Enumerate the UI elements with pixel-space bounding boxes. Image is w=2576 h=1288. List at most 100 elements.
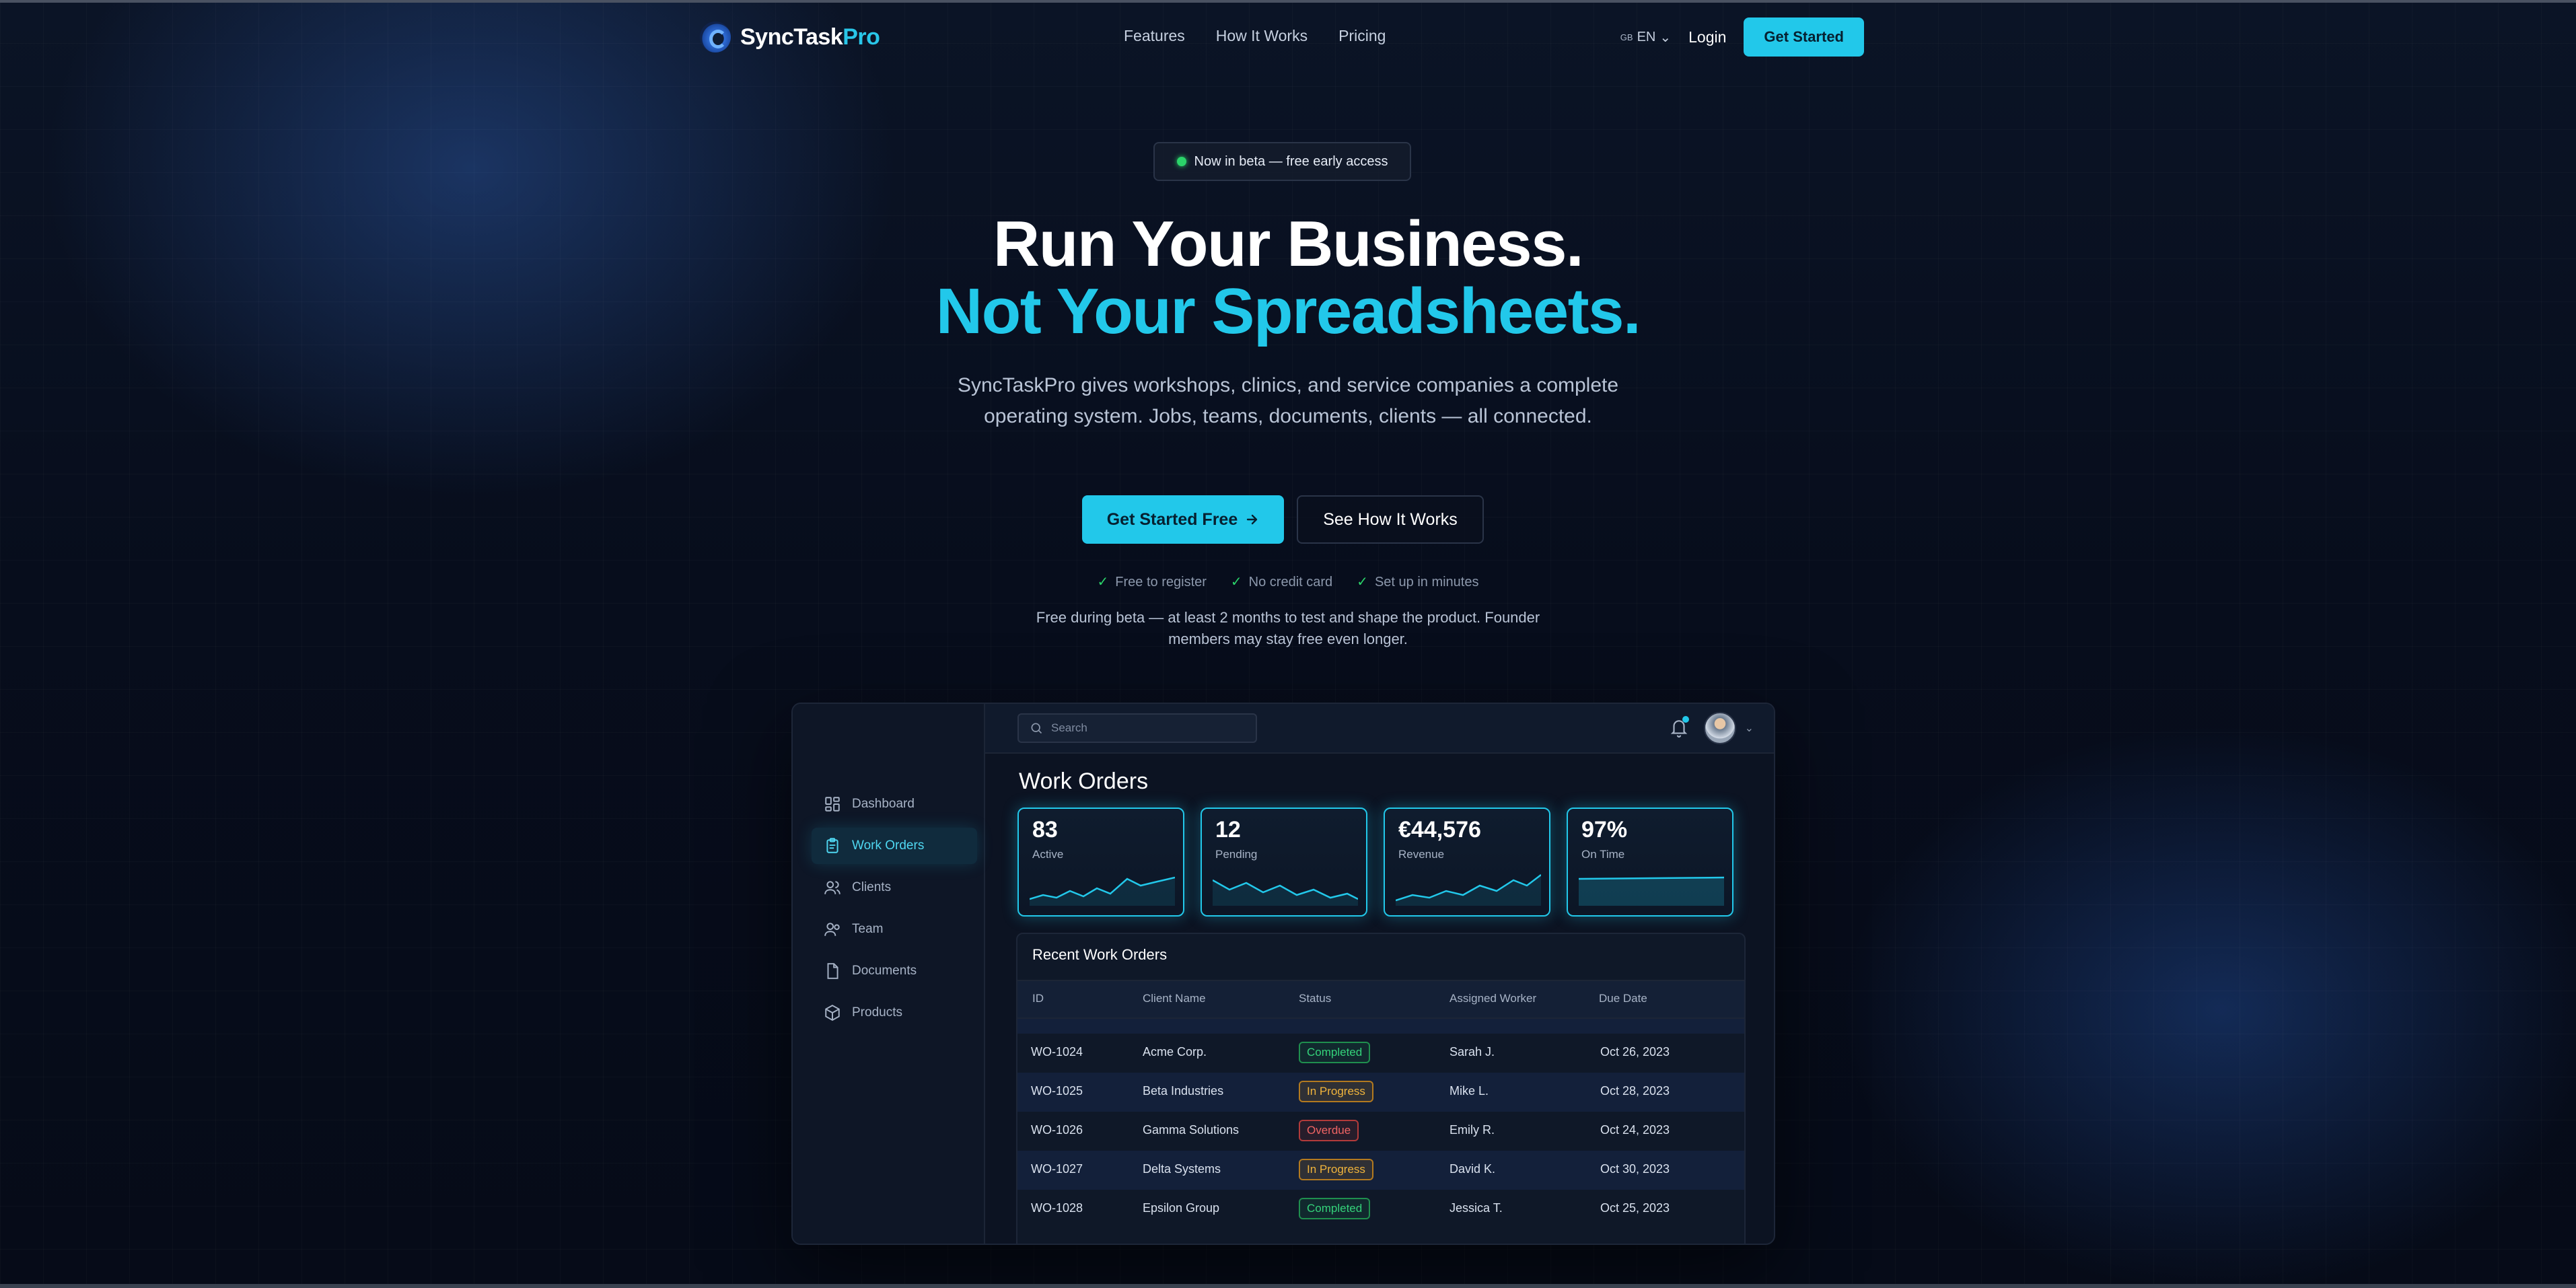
sidebar-item-label: Dashboard: [852, 797, 915, 811]
kpi-value: 97%: [1581, 817, 1628, 843]
app-topbar: Search ⌄: [985, 704, 1774, 754]
beta-note: Free during beta — at least 2 months to …: [1036, 609, 1540, 647]
cell-id: WO-1024: [1031, 1045, 1083, 1059]
cell-due-date: Oct 26, 2023: [1600, 1045, 1670, 1059]
clipboard-icon: [826, 838, 838, 853]
sidebar-item-products[interactable]: Products: [824, 995, 973, 1031]
chevron-down-icon: ⌄: [1659, 30, 1672, 45]
nav-link-pricing[interactable]: Pricing: [1338, 27, 1386, 45]
notification-bell[interactable]: [1670, 716, 1689, 738]
sparkline-icon: [1396, 874, 1541, 906]
checkmark-icon: ✓: [1230, 575, 1242, 589]
cell-id: WO-1027: [1031, 1162, 1083, 1176]
kpi-value: €44,576: [1398, 817, 1481, 843]
get-started-free-label: Get Started Free: [1106, 509, 1238, 529]
chevron-down-icon[interactable]: ⌄: [1745, 721, 1754, 735]
kpi-label: Revenue: [1398, 848, 1445, 861]
column-header-due-date[interactable]: Due Date: [1599, 992, 1647, 1005]
top-nav: SyncTaskPro Features How It Works Pricin…: [700, 17, 1864, 57]
cell-client: Epsilon Group: [1143, 1201, 1220, 1215]
kpi-card-pending[interactable]: 12 Pending: [1201, 808, 1367, 917]
avatar[interactable]: [1704, 712, 1736, 744]
status-badge: Overdue: [1299, 1120, 1359, 1141]
app-sidebar: Dashboard Work Orders Clients Team Docum…: [793, 704, 985, 1244]
team-icon: [824, 923, 840, 936]
cell-due-date: Oct 30, 2023: [1600, 1162, 1670, 1176]
sidebar-item-label: Team: [852, 922, 884, 936]
table-row[interactable]: WO-1026 Gamma Solutions Emily R. Oct 24, 20…: [1017, 1112, 1744, 1151]
cell-due-date: Oct 24, 2023: [1600, 1123, 1670, 1137]
notification-badge: [1682, 716, 1689, 723]
language-selector[interactable]: GB EN ⌄: [1620, 29, 1671, 46]
users-icon: [824, 881, 840, 894]
nav-link-how-it-works[interactable]: How It Works: [1216, 27, 1308, 45]
brand-name-part1: SyncTask: [740, 24, 843, 50]
status-badge: Completed: [1299, 1042, 1371, 1063]
cell-worker: Mike L.: [1450, 1084, 1489, 1098]
page-title: Work Orders: [1019, 768, 1149, 794]
kpi-card-active[interactable]: 83 Active: [1017, 808, 1184, 917]
sidebar-item-label: Clients: [852, 880, 892, 894]
table-row[interactable]: WO-1024 Acme Corp. Sarah J. Oct 26, 2023 Com…: [1017, 1034, 1744, 1073]
sidebar-item-documents[interactable]: Documents: [824, 953, 973, 989]
cell-worker: Emily R.: [1450, 1123, 1495, 1137]
table-row[interactable]: WO-1028 Epsilon Group Jessica T. Oct 25, 20…: [1017, 1190, 1744, 1229]
sidebar-item-dashboard[interactable]: Dashboard: [824, 786, 973, 822]
sparkline-icon: [1030, 876, 1175, 906]
hero-checks: ✓ Free to register ✓ No credit card ✓ Set u…: [0, 573, 2576, 590]
column-header-worker[interactable]: Assigned Worker: [1450, 992, 1536, 1005]
status-dot-icon: [1176, 157, 1186, 166]
table-row-partial: [1017, 1019, 1744, 1034]
cell-client: Acme Corp.: [1143, 1045, 1207, 1059]
cell-client: Beta Industries: [1143, 1084, 1224, 1098]
document-icon: [827, 963, 838, 979]
brand-logo[interactable]: SyncTaskPro: [700, 22, 880, 52]
sidebar-item-label: Documents: [852, 964, 917, 978]
column-header-status[interactable]: Status: [1299, 992, 1331, 1005]
table-header: ID Client Name Status Assigned Worker Du…: [1017, 980, 1744, 1019]
brand-name-part2: Pro: [843, 24, 880, 50]
hero-title-line1: Run Your Business.: [993, 208, 1584, 280]
sidebar-item-team[interactable]: Team: [824, 911, 973, 947]
brand-name: SyncTaskPro: [740, 24, 880, 50]
kpi-card-on-time[interactable]: 97% On Time: [1567, 808, 1733, 917]
box-icon: [825, 1005, 840, 1021]
check-item-label: Set up in minutes: [1374, 575, 1479, 589]
table-row[interactable]: WO-1027 Delta Systems David K. Oct 30, 2023…: [1017, 1151, 1744, 1190]
sidebar-item-clients[interactable]: Clients: [824, 869, 973, 906]
window-bottom-edge: [0, 1284, 2576, 1288]
arrow-right-icon: [1247, 514, 1258, 525]
get-started-button[interactable]: Get Started: [1744, 17, 1864, 57]
window-top-edge: [0, 0, 2576, 3]
login-link[interactable]: Login: [1688, 28, 1726, 46]
get-started-free-button[interactable]: Get Started Free: [1082, 495, 1284, 544]
kpi-value: 83: [1032, 817, 1058, 843]
sparkline-icon: [1579, 876, 1724, 906]
table-title: Recent Work Orders: [1032, 946, 1168, 963]
cell-id: WO-1025: [1031, 1084, 1083, 1098]
dashboard-icon: [825, 797, 840, 812]
beta-badge-text: Now in beta — free early access: [1194, 153, 1388, 169]
kpi-label: Active: [1032, 848, 1064, 861]
check-item-label: Free to register: [1115, 575, 1207, 589]
app-preview: Dashboard Work Orders Clients Team Docum…: [791, 703, 1775, 1245]
cell-worker: Jessica T.: [1450, 1201, 1503, 1215]
kpi-card-revenue[interactable]: €44,576 Revenue: [1384, 808, 1550, 917]
flag-icon: GB: [1620, 32, 1633, 42]
recent-work-orders-table: Recent Work Orders ID Client Name Status…: [1016, 933, 1746, 1244]
hero-lead: SyncTaskPro gives workshops, clinics, an…: [957, 374, 1619, 427]
cell-worker: Sarah J.: [1450, 1045, 1495, 1059]
column-header-client[interactable]: Client Name: [1143, 992, 1206, 1005]
table-row[interactable]: WO-1025 Beta Industries Mike L. Oct 28, 202…: [1017, 1073, 1744, 1112]
beta-badge: Now in beta — free early access: [1153, 142, 1411, 181]
logo-icon: [700, 22, 731, 52]
nav-link-features[interactable]: Features: [1124, 27, 1185, 45]
see-how-it-works-button[interactable]: See How It Works: [1297, 495, 1484, 544]
checkmark-icon: ✓: [1097, 575, 1109, 589]
cell-client: Gamma Solutions: [1143, 1123, 1240, 1137]
sidebar-item-work-orders[interactable]: Work Orders: [812, 828, 977, 864]
hero-title-line2: Not Your Spreadsheets.: [935, 275, 1641, 347]
cell-worker: David K.: [1450, 1162, 1496, 1176]
column-header-id[interactable]: ID: [1032, 992, 1044, 1005]
search-input[interactable]: Search: [1017, 713, 1257, 743]
